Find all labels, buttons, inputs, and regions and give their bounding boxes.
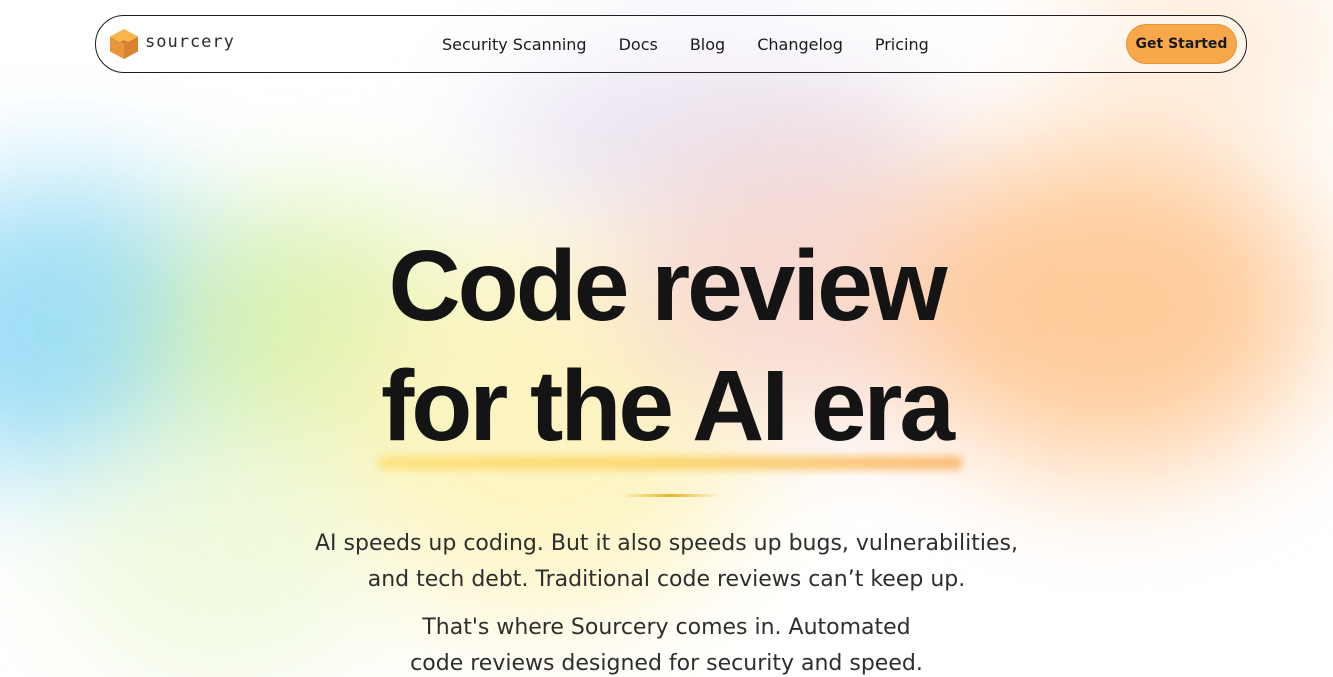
- hero-paragraph-solution-line-1: That's where Sourcery comes in. Automate…: [422, 615, 911, 640]
- nav-link-docs[interactable]: Docs: [619, 35, 658, 54]
- sourcery-cube-logo-icon: [108, 28, 140, 60]
- get-started-button[interactable]: Get Started: [1126, 24, 1237, 64]
- hero-divider: [620, 494, 720, 497]
- nav-link-security-scanning[interactable]: Security Scanning: [442, 35, 587, 54]
- brand-name: sourcery: [145, 32, 235, 52]
- hero-paragraph-problem-line-1: AI speeds up coding. But it also speeds …: [314, 531, 1019, 556]
- nav-link-blog[interactable]: Blog: [690, 35, 725, 54]
- nav-link-changelog[interactable]: Changelog: [757, 35, 843, 54]
- nav-link-pricing[interactable]: Pricing: [875, 35, 929, 54]
- hero-headline-line-1: Code review: [388, 230, 947, 342]
- top-navbar: sourcery Security Scanning Docs Blog Cha…: [95, 15, 1247, 73]
- home-logo-link[interactable]: sourcery: [108, 28, 235, 60]
- hero-paragraph-problem-line-2: and tech debt. Traditional code reviews …: [367, 567, 966, 592]
- hero-paragraph-solution: That's where Sourcery comes in. Automate…: [0, 610, 1333, 677]
- hero-section: Code review for the AI era AI speeds up …: [0, 0, 1333, 677]
- nav-links: Security Scanning Docs Blog Changelog Pr…: [442, 35, 929, 54]
- hero-paragraph-solution-line-2: code reviews designed for security and s…: [410, 651, 923, 676]
- hero-paragraph-problem: AI speeds up coding. But it also speeds …: [0, 526, 1333, 598]
- hero-headline-line-2: for the AI era: [380, 350, 955, 462]
